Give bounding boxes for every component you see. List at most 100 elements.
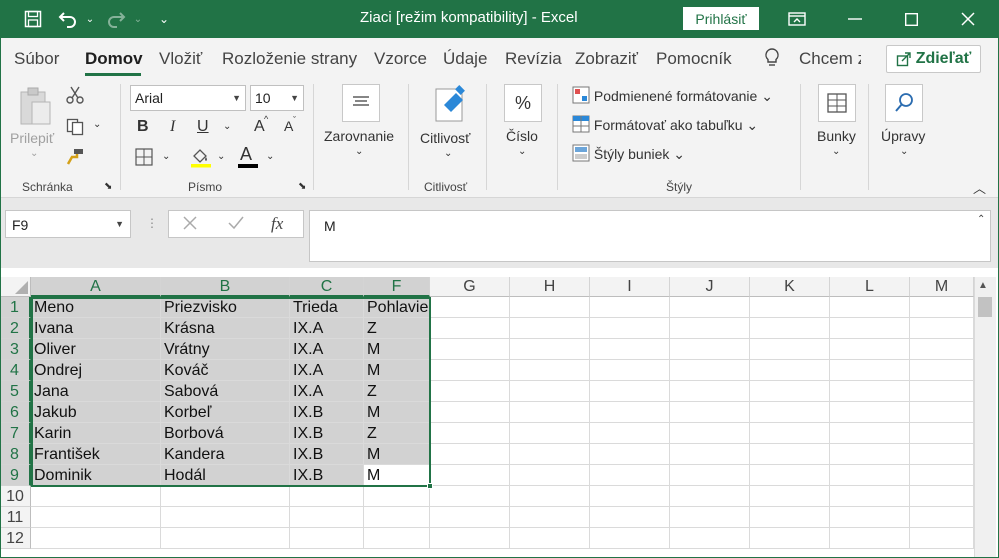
tell-me-search[interactable]: Chcem z [799, 49, 861, 69]
font-name-combo[interactable]: Arial ▼ [130, 85, 246, 111]
cell-k8[interactable] [750, 444, 830, 465]
cell-b3[interactable]: Vrátny [161, 339, 290, 360]
cell-j4[interactable] [670, 360, 750, 381]
column-header-l[interactable]: L [830, 277, 910, 297]
cell-g5[interactable] [430, 381, 510, 402]
font-color-dropdown-icon[interactable]: ⌄ [266, 151, 274, 162]
row-header-9[interactable]: 9 [0, 465, 31, 486]
cell-i2[interactable] [590, 318, 670, 339]
cell-h1[interactable] [510, 297, 590, 318]
alignment-button[interactable]: Zarovnanie [324, 128, 394, 144]
column-header-b[interactable]: B [161, 277, 290, 297]
undo-dropdown-icon[interactable]: ⌄ [84, 0, 96, 38]
column-header-k[interactable]: K [750, 277, 830, 297]
cell-l5[interactable] [830, 381, 910, 402]
cell-j1[interactable] [670, 297, 750, 318]
cell-b10[interactable] [161, 486, 290, 507]
cell-j2[interactable] [670, 318, 750, 339]
sensitivity-dropdown-icon[interactable]: ⌄ [444, 148, 452, 159]
cell-j3[interactable] [670, 339, 750, 360]
cell-b4[interactable]: Kováč [161, 360, 290, 381]
cell-c2[interactable]: IX.A [290, 318, 364, 339]
cell-i4[interactable] [590, 360, 670, 381]
cell-b1[interactable]: Priezvisko [161, 297, 290, 318]
cell-g7[interactable] [430, 423, 510, 444]
cell-b8[interactable]: Kandera [161, 444, 290, 465]
cell-i1[interactable] [590, 297, 670, 318]
alignment-icon[interactable] [342, 84, 380, 122]
cell-g9[interactable] [430, 465, 510, 486]
cell-h9[interactable] [510, 465, 590, 486]
number-button[interactable]: Číslo [506, 128, 538, 144]
ribbon-display-options-icon[interactable] [786, 0, 808, 38]
cell-f3[interactable]: M [364, 339, 430, 360]
cell-m4[interactable] [910, 360, 974, 381]
cell-a3[interactable]: Oliver [31, 339, 161, 360]
lightbulb-icon[interactable] [764, 48, 780, 73]
cell-g1[interactable] [430, 297, 510, 318]
format-painter-icon[interactable] [66, 148, 84, 171]
cell-j8[interactable] [670, 444, 750, 465]
cell-c12[interactable] [290, 528, 364, 549]
cell-i6[interactable] [590, 402, 670, 423]
borders-dropdown-icon[interactable]: ⌄ [162, 151, 170, 162]
row-header-7[interactable]: 7 [0, 423, 31, 444]
cell-l12[interactable] [830, 528, 910, 549]
row-header-5[interactable]: 5 [0, 381, 31, 402]
underline-dropdown-icon[interactable]: ⌄ [223, 121, 231, 132]
cell-g6[interactable] [430, 402, 510, 423]
copy-icon[interactable] [66, 118, 84, 141]
cell-k4[interactable] [750, 360, 830, 381]
bold-button[interactable]: B [137, 118, 149, 136]
cell-k12[interactable] [750, 528, 830, 549]
cell-i9[interactable] [590, 465, 670, 486]
tab-view[interactable]: Zobraziť [575, 49, 638, 69]
cell-c7[interactable]: IX.B [290, 423, 364, 444]
cell-l8[interactable] [830, 444, 910, 465]
tab-page-layout[interactable]: Rozloženie strany [222, 49, 357, 69]
cut-icon[interactable] [66, 86, 84, 109]
cell-h6[interactable] [510, 402, 590, 423]
save-icon[interactable] [22, 0, 44, 38]
cell-b11[interactable] [161, 507, 290, 528]
cell-j12[interactable] [670, 528, 750, 549]
sensitivity-icon[interactable] [432, 83, 470, 132]
cell-j11[interactable] [670, 507, 750, 528]
column-header-m[interactable]: M [910, 277, 974, 297]
column-header-f[interactable]: F [364, 277, 430, 297]
cell-h7[interactable] [510, 423, 590, 444]
cell-i11[interactable] [590, 507, 670, 528]
cell-l10[interactable] [830, 486, 910, 507]
minimize-icon[interactable] [845, 0, 865, 38]
borders-icon[interactable] [135, 148, 153, 171]
italic-button[interactable]: I [170, 118, 175, 136]
cell-a12[interactable] [31, 528, 161, 549]
cell-a1[interactable]: Meno [31, 297, 161, 318]
number-format-icon[interactable]: % [504, 84, 542, 122]
sensitivity-button[interactable]: Citlivosť [420, 130, 470, 146]
tab-home[interactable]: Domov [85, 49, 143, 69]
cell-m2[interactable] [910, 318, 974, 339]
cell-a9[interactable]: Dominik [31, 465, 161, 486]
cell-b12[interactable] [161, 528, 290, 549]
cell-b2[interactable]: Krásna [161, 318, 290, 339]
cell-l6[interactable] [830, 402, 910, 423]
cell-c8[interactable]: IX.B [290, 444, 364, 465]
cell-k6[interactable] [750, 402, 830, 423]
cell-a8[interactable]: František [31, 444, 161, 465]
cell-i10[interactable] [590, 486, 670, 507]
cell-h3[interactable] [510, 339, 590, 360]
fill-color-dropdown-icon[interactable]: ⌄ [217, 151, 225, 162]
select-all-button[interactable] [0, 277, 31, 297]
cell-l2[interactable] [830, 318, 910, 339]
copy-dropdown-icon[interactable]: ⌄ [93, 119, 101, 130]
cell-m3[interactable] [910, 339, 974, 360]
font-launcher-icon[interactable]: ⬊ [298, 181, 306, 192]
cell-f11[interactable] [364, 507, 430, 528]
cell-m7[interactable] [910, 423, 974, 444]
cell-k3[interactable] [750, 339, 830, 360]
cell-k7[interactable] [750, 423, 830, 444]
cell-m5[interactable] [910, 381, 974, 402]
cell-j5[interactable] [670, 381, 750, 402]
vertical-scrollbar[interactable] [974, 277, 996, 558]
